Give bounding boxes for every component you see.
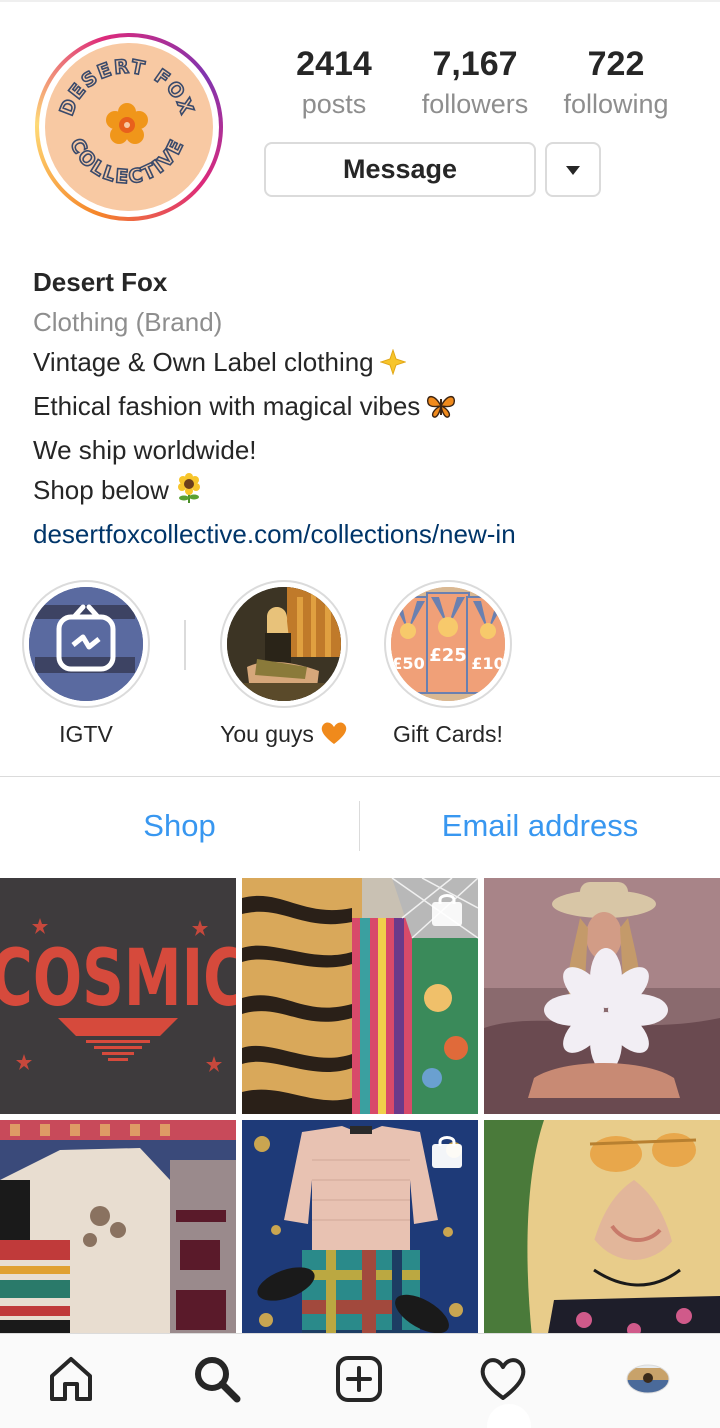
profile-actions: Shop Email address bbox=[0, 777, 720, 875]
posts-grid: COSMIC bbox=[0, 878, 720, 1338]
highlight-ring bbox=[220, 580, 348, 708]
nav-indicator bbox=[487, 1404, 531, 1428]
svg-text:COSMIC: COSMIC bbox=[0, 933, 236, 1024]
post-tile[interactable] bbox=[0, 1120, 236, 1338]
svg-text:£10: £10 bbox=[471, 654, 504, 673]
bio-line: Ethical fashion with magical vibes bbox=[33, 386, 703, 430]
profile-avatar[interactable]: DESERT FOX COLLECTIVE bbox=[35, 33, 223, 221]
bio-line: We ship worldwide! bbox=[33, 435, 257, 465]
orange-heart-emoji-icon bbox=[320, 720, 348, 752]
highlight-cover: £50 £25 £10 bbox=[391, 587, 505, 701]
avatar-logo: DESERT FOX COLLECTIVE bbox=[45, 43, 213, 211]
post-tile[interactable] bbox=[242, 878, 478, 1114]
home-icon[interactable] bbox=[46, 1354, 96, 1404]
butterfly-emoji-icon bbox=[426, 390, 456, 430]
profile-bio: Desert Fox Clothing (Brand) Vintage & Ow… bbox=[33, 262, 703, 554]
chevron-down-icon bbox=[566, 166, 580, 175]
shopping-bag-icon bbox=[432, 1136, 462, 1168]
posts-label: posts bbox=[301, 89, 367, 119]
bio-line: Vintage & Own Label clothing bbox=[33, 342, 703, 386]
stat-following[interactable]: 722 following bbox=[551, 42, 681, 122]
bio-website-link[interactable]: desertfoxcollective.com/collections/new-… bbox=[33, 514, 703, 554]
following-label: following bbox=[563, 89, 669, 119]
highlight-cover bbox=[227, 587, 341, 701]
highlight-cover bbox=[29, 587, 143, 701]
highlight-gift-cards[interactable]: £50 £25 £10 Gift Cards! bbox=[358, 580, 538, 748]
bottom-navigation bbox=[0, 1333, 720, 1428]
svg-text:£25: £25 bbox=[429, 645, 467, 666]
highlight-label: IGTV bbox=[59, 721, 113, 747]
shopping-bag-icon bbox=[432, 894, 462, 926]
followers-label: followers bbox=[421, 89, 529, 119]
highlight-you-guys[interactable]: You guys bbox=[194, 580, 374, 752]
stat-followers[interactable]: 7,167 followers bbox=[410, 42, 540, 122]
profile-category: Clothing (Brand) bbox=[33, 307, 223, 337]
svg-text:£50: £50 bbox=[391, 654, 424, 673]
profile-stats: 2414 posts 7,167 followers 722 following bbox=[280, 42, 700, 132]
suggestions-dropdown-button[interactable] bbox=[545, 142, 601, 197]
search-icon[interactable] bbox=[192, 1354, 242, 1404]
avatar-ring-gap: DESERT FOX COLLECTIVE bbox=[39, 37, 219, 217]
stat-posts: 2414 posts bbox=[269, 42, 399, 122]
post-tile[interactable] bbox=[484, 1120, 720, 1338]
highlight-label: You guys bbox=[194, 720, 374, 752]
highlight-ring bbox=[22, 580, 150, 708]
status-divider bbox=[0, 0, 720, 2]
following-count: 722 bbox=[587, 45, 645, 83]
profile-avatar-icon[interactable] bbox=[624, 1354, 674, 1404]
bio-line: Shop below bbox=[33, 470, 703, 514]
highlight-label: Gift Cards! bbox=[393, 721, 503, 747]
profile-name: Desert Fox bbox=[33, 267, 168, 297]
post-tile[interactable]: COSMIC bbox=[0, 878, 236, 1114]
new-post-icon[interactable] bbox=[334, 1354, 384, 1404]
sunflower-emoji-icon bbox=[175, 473, 203, 514]
email-address-button[interactable]: Email address bbox=[360, 777, 720, 875]
sparkle-emoji-icon bbox=[379, 346, 407, 386]
post-tile[interactable] bbox=[484, 878, 720, 1114]
heart-icon[interactable] bbox=[478, 1354, 528, 1404]
highlight-igtv[interactable]: IGTV bbox=[0, 580, 176, 748]
highlight-ring: £50 £25 £10 bbox=[384, 580, 512, 708]
shop-button[interactable]: Shop bbox=[0, 777, 359, 875]
highlights-separator bbox=[184, 620, 186, 670]
story-highlights: IGTV You guys £50 £25 £10 Gift Cards! bbox=[0, 580, 720, 750]
post-tile[interactable] bbox=[242, 1120, 478, 1338]
message-button[interactable]: Message bbox=[264, 142, 536, 197]
followers-count: 7,167 bbox=[432, 45, 518, 83]
posts-count: 2414 bbox=[296, 45, 372, 83]
